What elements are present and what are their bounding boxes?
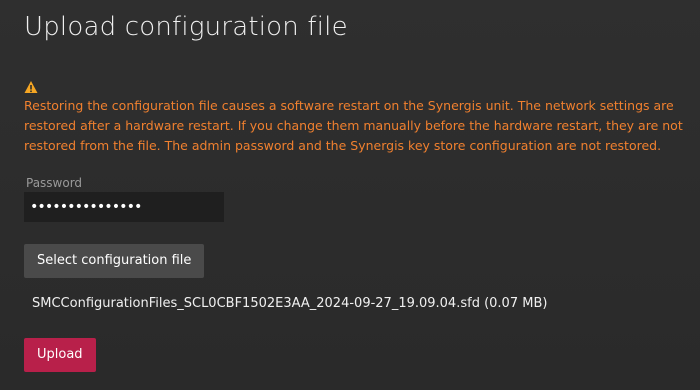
upload-button[interactable]: Upload (24, 338, 96, 372)
select-configuration-file-button[interactable]: Select configuration file (24, 244, 205, 278)
password-field[interactable]: ••••••••••••••• (24, 192, 224, 222)
warning-message: Restoring the configuration file causes … (24, 98, 683, 153)
warning-icon (24, 81, 38, 93)
selected-file-name: SMCConfigurationFiles_SCL0CBF1502E3AA_20… (32, 296, 548, 311)
page-title: Upload configuration file (24, 12, 348, 42)
upload-config-panel: Upload configuration file Restoring the … (0, 0, 700, 390)
password-label: Password (26, 176, 83, 190)
